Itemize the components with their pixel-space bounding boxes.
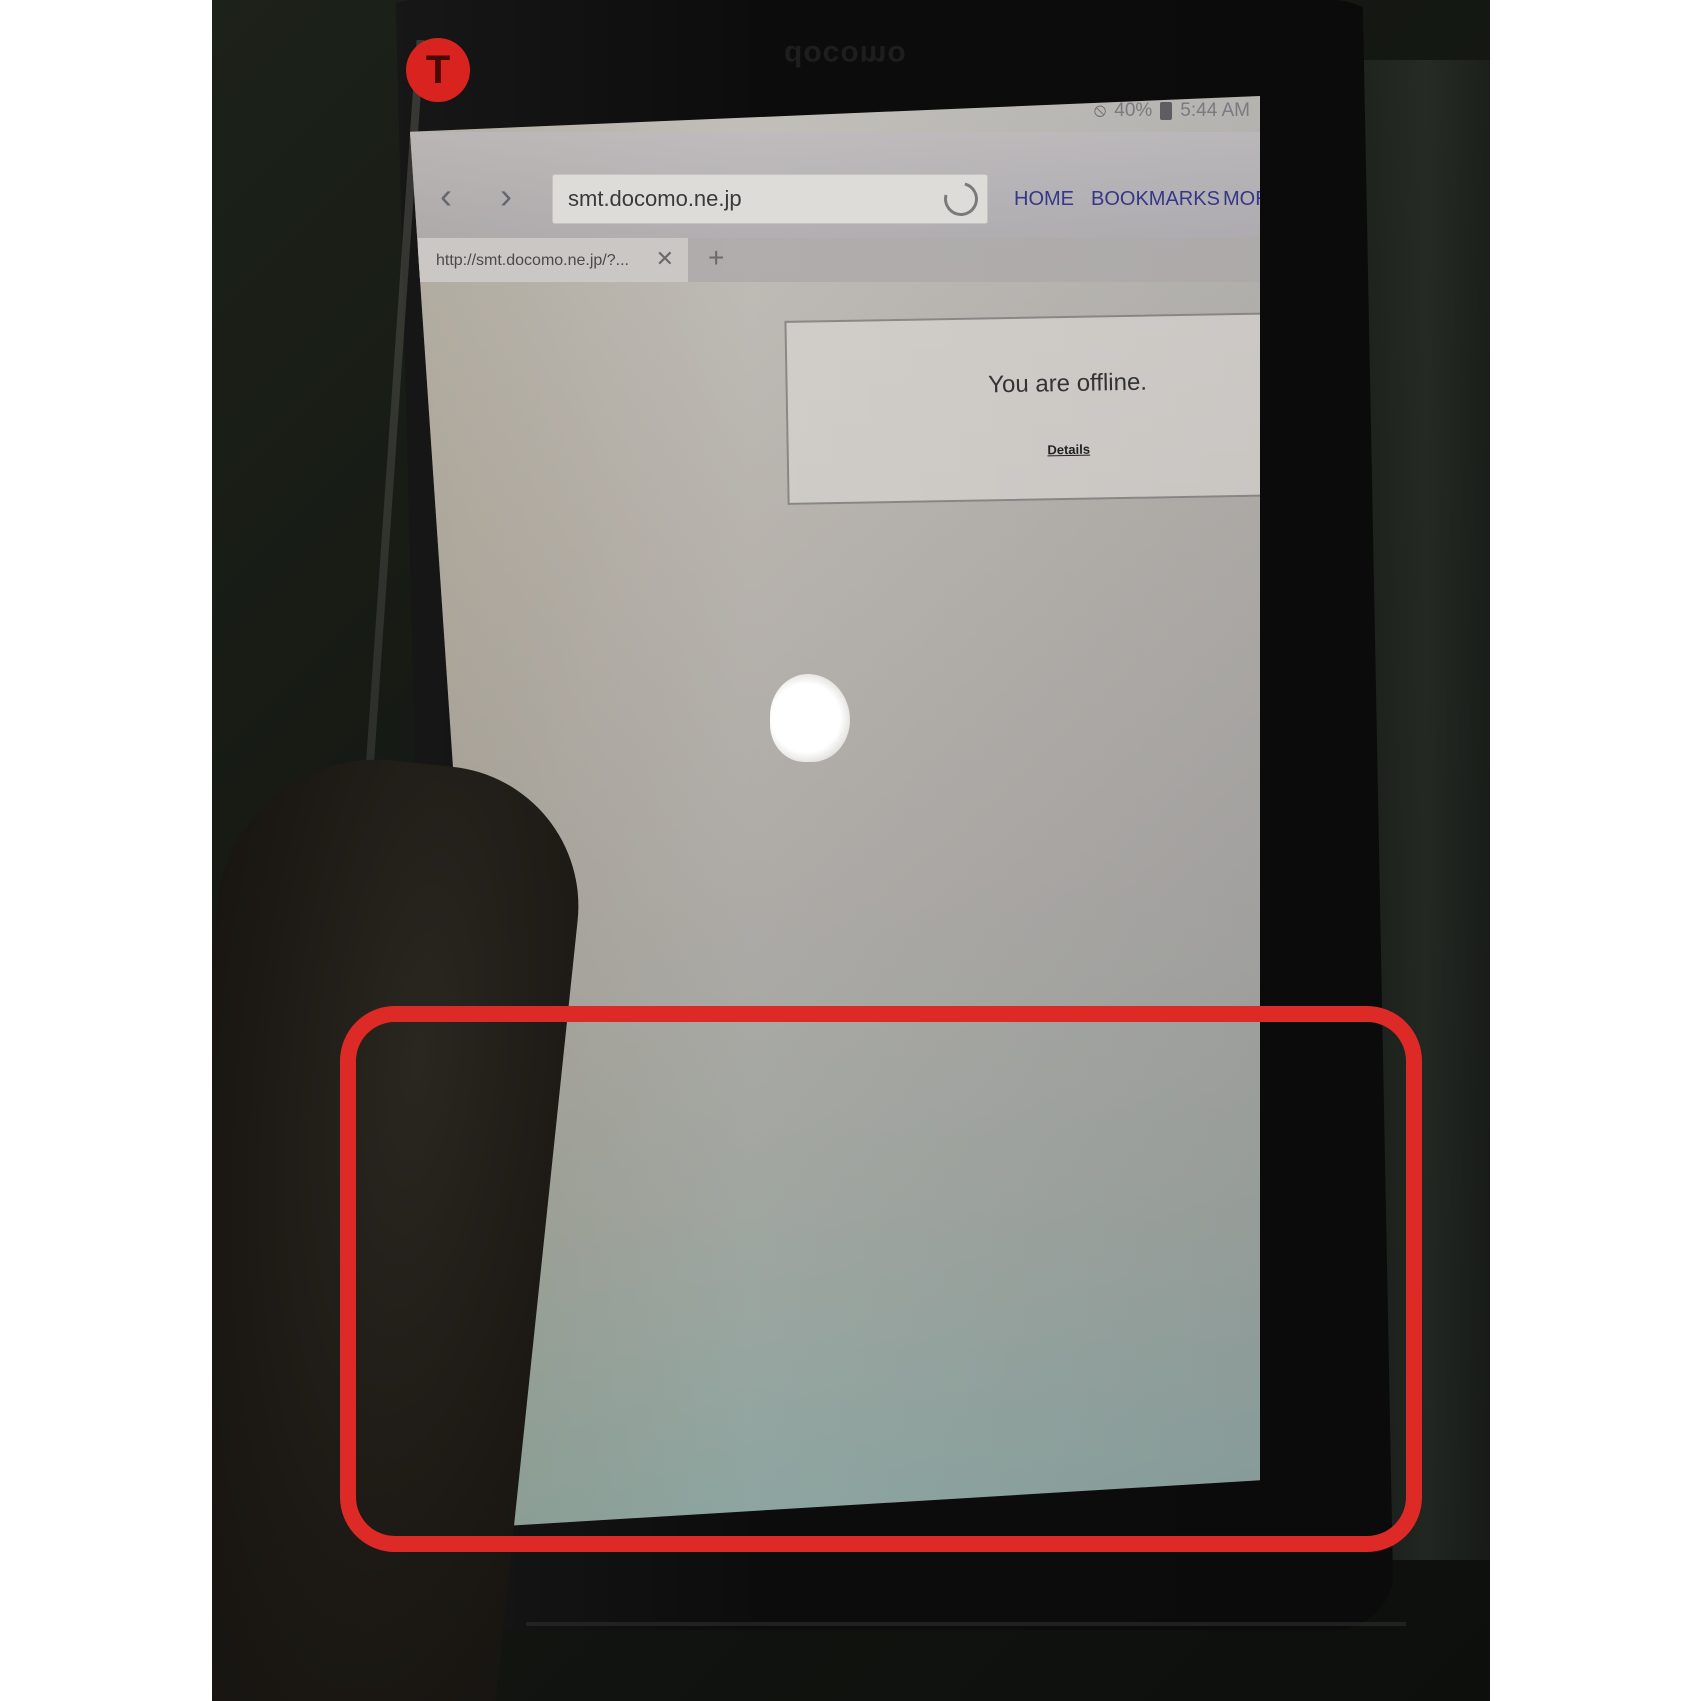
forward-button[interactable]: ›: [500, 178, 512, 214]
tab-strip: http://smt.docomo.ne.jp/?... ✕ +: [410, 238, 1260, 282]
offline-message-card: You are offline. Details: [784, 311, 1260, 505]
highlight-box: [340, 1006, 1422, 1552]
tab-title: http://smt.docomo.ne.jp/?...: [436, 252, 629, 269]
url-text[interactable]: smt.docomo.ne.jp: [568, 186, 742, 212]
battery-percent: 40%: [1114, 100, 1153, 121]
battery-icon: [1160, 102, 1173, 120]
more-button[interactable]: MORE: [1223, 188, 1260, 211]
status-time: 5:44 AM: [1180, 100, 1250, 121]
browser-toolbar: ‹ › smt.docomo.ne.jp HOME BOOKMARKS MORE: [410, 132, 1260, 238]
close-tab-icon[interactable]: ✕: [656, 246, 674, 272]
back-button[interactable]: ‹: [440, 178, 452, 214]
brand-logo: docomo: [784, 39, 907, 72]
light-glare: [770, 674, 850, 762]
home-button[interactable]: HOME: [1014, 188, 1074, 211]
bottom-bezel-line: [526, 1622, 1406, 1626]
status-bar: ⦸ 40% 5:44 AM: [1094, 100, 1250, 122]
tab-active[interactable]: http://smt.docomo.ne.jp/?... ✕: [418, 238, 688, 282]
new-tab-button[interactable]: +: [708, 242, 724, 274]
do-not-disturb-icon: ⦸: [1093, 100, 1107, 121]
details-link[interactable]: Details: [789, 437, 1260, 462]
address-bar[interactable]: smt.docomo.ne.jp: [552, 174, 988, 224]
offline-message: You are offline.: [987, 368, 1148, 399]
reload-icon[interactable]: [937, 175, 985, 223]
step-marker: T: [406, 38, 470, 102]
bookmarks-button[interactable]: BOOKMARKS: [1091, 188, 1220, 211]
